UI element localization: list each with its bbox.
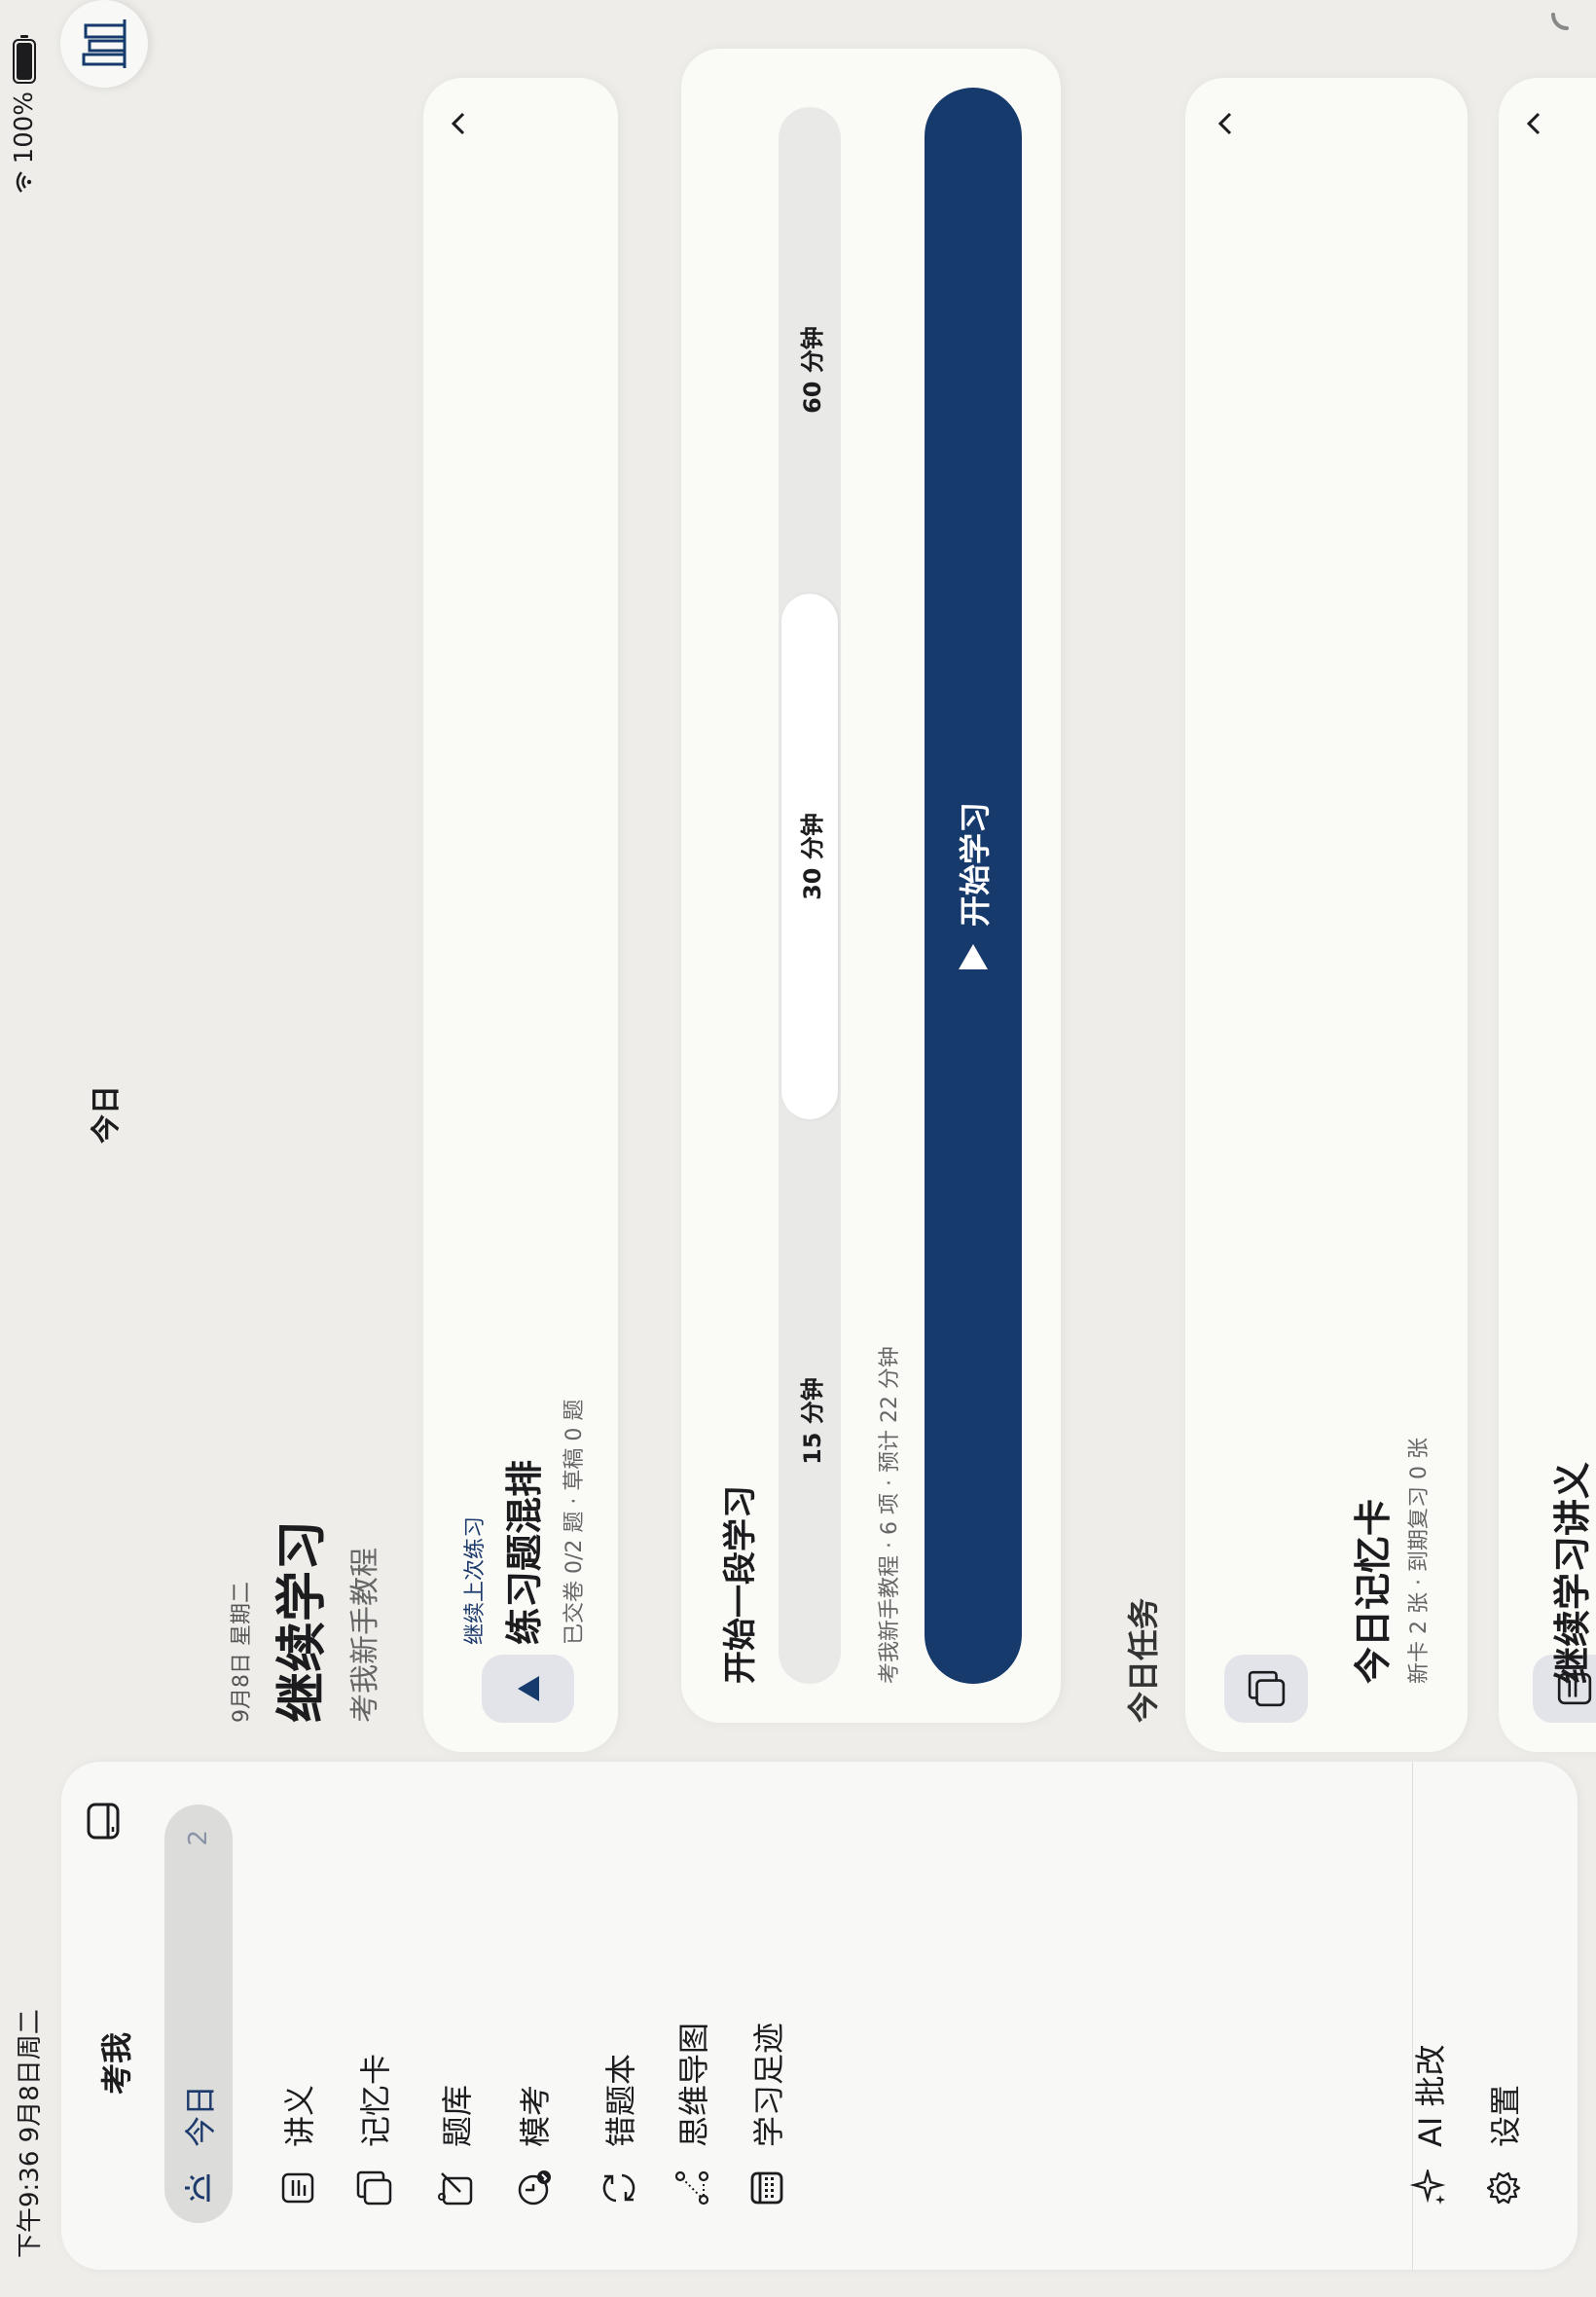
- sidebar-toggle-icon[interactable]: [87, 1803, 120, 1840]
- wifi-icon: [16, 171, 32, 194]
- chevron-up-icon[interactable]: [1216, 111, 1234, 136]
- sidebar-item-settings[interactable]: 设置: [1469, 1805, 1538, 2223]
- sidebar-item-mistakes[interactable]: 错题本: [585, 1805, 653, 2223]
- study-card-title: 开始一段学习: [721, 1485, 760, 1684]
- study-meta: 考我新手教程 · 6 项 · 预计 22 分钟: [878, 1346, 902, 1684]
- hero-subtitle: 考我新手教程: [348, 1548, 382, 1723]
- sidebar-item-today[interactable]: 今日 2: [164, 1805, 233, 2223]
- sidebar-item-notes[interactable]: 讲义: [264, 1805, 332, 2223]
- start-study-button[interactable]: 开始学习: [925, 88, 1022, 1684]
- loading-spinner-icon: [1551, 13, 1569, 30]
- app-title: 考我: [98, 2031, 135, 2095]
- current-date: 9月8日 星期二: [230, 1582, 254, 1723]
- sidebar-item-label: 错题本: [602, 2053, 639, 2147]
- resume-play-button[interactable]: [482, 1655, 574, 1723]
- resume-kicker: 继续上次练习: [463, 1515, 488, 1645]
- count-badge: 2: [184, 1830, 213, 1846]
- task-meta: 新卡 2 张 · 到期复习 0 张: [1407, 1438, 1432, 1684]
- status-time: 下午9:36 9月8日周二: [16, 2009, 45, 2258]
- sidebar-header: 考我: [61, 1762, 149, 2270]
- sidebar-item-label: 讲义: [281, 2084, 318, 2147]
- resume-meta: 已交卷 0/2 题 · 草稿 0 题: [562, 1399, 587, 1645]
- sidebar-item-question-bank[interactable]: 题库: [421, 1805, 490, 2223]
- calendar-icon: [747, 2169, 786, 2207]
- play-icon: [517, 1676, 539, 1701]
- sidebar-item-ai-grading[interactable]: AI 批改: [1395, 1805, 1463, 2223]
- sidebar-item-label: 今日: [182, 2084, 219, 2147]
- resume-title: 练习题混排: [503, 1459, 546, 1645]
- battery-percent: 100%: [10, 91, 39, 164]
- sidebar-item-label: 记忆卡: [357, 2053, 394, 2147]
- duration-option-15[interactable]: 15 分钟: [779, 1158, 841, 1684]
- page-title: 今日: [90, 1085, 124, 1144]
- tasks-heading: 今日任务: [1125, 1597, 1162, 1723]
- duration-option-60[interactable]: 60 分钟: [779, 107, 841, 633]
- sidebar-item-label: 题库: [439, 2084, 476, 2147]
- cards-icon: [354, 2169, 393, 2207]
- task-title: 今日记忆卡: [1352, 1498, 1395, 1684]
- cards-icon: [1224, 1655, 1308, 1723]
- chevron-up-icon[interactable]: [1525, 111, 1542, 136]
- status-indicators: 100%: [10, 39, 39, 194]
- sidebar-item-label: AI 批改: [1412, 2044, 1449, 2147]
- document-icon: [278, 2169, 317, 2207]
- sidebar-item-flashcards[interactable]: 记忆卡: [340, 1805, 408, 2223]
- sidebar-item-label: 学习足迹: [750, 2022, 787, 2147]
- status-bar: 下午9:36 9月8日周二 100%: [0, 0, 49, 2297]
- duration-selector: 15 分钟 30 分钟 60 分钟: [779, 107, 841, 1684]
- clock-check-icon: [514, 2169, 553, 2207]
- start-study-label: 开始学习: [957, 802, 994, 928]
- sidebar: 考我 今日 2 讲义 记忆卡 题库 模考 错题本 思维导图 学习足迹 AI 批改…: [61, 1762, 1578, 2270]
- sidebar-item-mindmap[interactable]: 思维导图: [658, 1805, 726, 2223]
- refresh-icon: [599, 2169, 638, 2207]
- battery-icon: [13, 39, 36, 84]
- task-title: 继续学习讲义: [1551, 1461, 1594, 1684]
- chevron-up-icon[interactable]: [450, 111, 467, 136]
- sidebar-item-label: 设置: [1487, 2084, 1524, 2147]
- sun-icon: [179, 2169, 218, 2207]
- edit-icon: [436, 2169, 475, 2207]
- mindmap-icon: [672, 2169, 711, 2207]
- sidebar-item-label: 模考: [517, 2084, 554, 2147]
- sidebar-item-history[interactable]: 学习足迹: [733, 1805, 801, 2223]
- play-icon: [959, 944, 988, 970]
- profile-button[interactable]: [60, 0, 148, 88]
- hero-title: 继续学习: [273, 1519, 332, 1723]
- duration-option-30[interactable]: 30 分钟: [781, 594, 838, 1119]
- gear-icon: [1484, 2169, 1523, 2207]
- sidebar-item-label: 思维导图: [675, 2022, 712, 2147]
- bookshelf-icon: [82, 19, 127, 68]
- sparkle-icon: [1409, 2169, 1448, 2207]
- sidebar-item-mock-exam[interactable]: 模考: [499, 1805, 567, 2223]
